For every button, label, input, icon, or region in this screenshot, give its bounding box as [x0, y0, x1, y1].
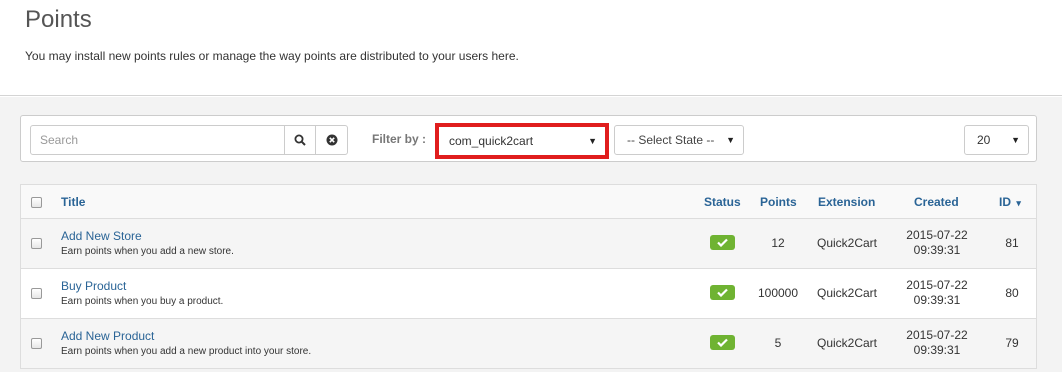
row-created-date: 2015-07-22 — [906, 328, 968, 342]
row-created: 2015-07-22 09:39:31 — [894, 228, 980, 258]
row-extension: Quick2Cart — [816, 336, 878, 350]
row-checkbox[interactable] — [31, 338, 42, 349]
state-filter-value: -- Select State -- — [627, 133, 715, 147]
extension-filter-value: com_quick2cart — [449, 134, 534, 148]
caret-down-icon: ▼ — [726, 135, 735, 145]
row-extension: Quick2Cart — [816, 236, 878, 250]
row-id: 81 — [1005, 236, 1019, 250]
clear-icon — [326, 134, 337, 146]
list-limit-value: 20 — [977, 133, 991, 147]
row-checkbox[interactable] — [31, 288, 42, 299]
row-created: 2015-07-22 09:39:31 — [894, 278, 980, 308]
select-all-checkbox[interactable] — [31, 197, 42, 208]
page-description: You may install new points rules or mana… — [25, 49, 519, 63]
header-points[interactable]: Points — [760, 195, 797, 209]
filter-bar: Search Filter by : com_quick2cart ▼ -- S… — [20, 115, 1037, 162]
row-created: 2015-07-22 09:39:31 — [894, 328, 980, 358]
row-id: 79 — [1005, 336, 1019, 350]
row-title-link[interactable]: Buy Product — [61, 279, 126, 293]
row-created-time: 09:39:31 — [913, 243, 961, 257]
header-id-label: ID — [999, 195, 1011, 209]
row-extension: Quick2Cart — [816, 286, 878, 300]
table-row: Add New Store Earn points when you add a… — [21, 219, 1036, 269]
status-toggle[interactable] — [710, 335, 735, 350]
sort-desc-icon: ▾ — [1016, 198, 1021, 208]
row-created-date: 2015-07-22 — [906, 228, 968, 242]
row-title-link[interactable]: Add New Product — [61, 329, 154, 343]
row-id: 80 — [1005, 286, 1019, 300]
search-icon — [294, 134, 306, 146]
search-input[interactable]: Search — [30, 125, 285, 155]
row-description: Earn points when you buy a product. — [61, 296, 224, 307]
row-created-date: 2015-07-22 — [906, 278, 968, 292]
main-content: Search Filter by : com_quick2cart ▼ -- S… — [0, 97, 1062, 372]
check-icon — [717, 238, 728, 247]
row-title-link[interactable]: Add New Store — [61, 229, 142, 243]
filter-label: Filter by : — [372, 132, 427, 146]
row-points: 12 — [771, 236, 785, 250]
status-toggle[interactable] — [710, 285, 735, 300]
header-id[interactable]: ID ▾ — [999, 195, 1021, 209]
page-title: Points — [25, 6, 92, 33]
row-points: 5 — [774, 336, 782, 350]
row-description: Earn points when you add a new store. — [61, 246, 234, 257]
row-checkbox[interactable] — [31, 238, 42, 249]
header-status[interactable]: Status — [704, 195, 741, 209]
table-row: Buy Product Earn points when you buy a p… — [21, 269, 1036, 319]
row-description: Earn points when you add a new product i… — [61, 346, 312, 357]
check-icon — [717, 338, 728, 347]
caret-down-icon: ▼ — [1011, 135, 1020, 145]
row-created-time: 09:39:31 — [913, 293, 961, 307]
table-header: Title Status Points Extension Created ID… — [21, 185, 1036, 219]
search-button[interactable] — [284, 125, 316, 155]
extension-filter-select[interactable]: com_quick2cart ▼ — [435, 123, 609, 159]
header-created[interactable]: Created — [914, 195, 959, 209]
table-row: Add New Product Earn points when you add… — [21, 319, 1036, 369]
caret-down-icon: ▼ — [588, 136, 597, 146]
page-header: Points You may install new points rules … — [0, 0, 1062, 96]
list-limit-select[interactable]: 20 ▼ — [964, 125, 1029, 155]
clear-search-button[interactable] — [315, 125, 348, 155]
row-created-time: 09:39:31 — [913, 343, 961, 357]
points-table: Title Status Points Extension Created ID… — [20, 184, 1037, 369]
check-icon — [717, 288, 728, 297]
row-points: 100000 — [757, 286, 799, 300]
state-filter-select[interactable]: -- Select State -- ▼ — [614, 125, 744, 155]
header-title[interactable]: Title — [61, 195, 85, 209]
header-extension[interactable]: Extension — [818, 195, 875, 209]
status-toggle[interactable] — [710, 235, 735, 250]
